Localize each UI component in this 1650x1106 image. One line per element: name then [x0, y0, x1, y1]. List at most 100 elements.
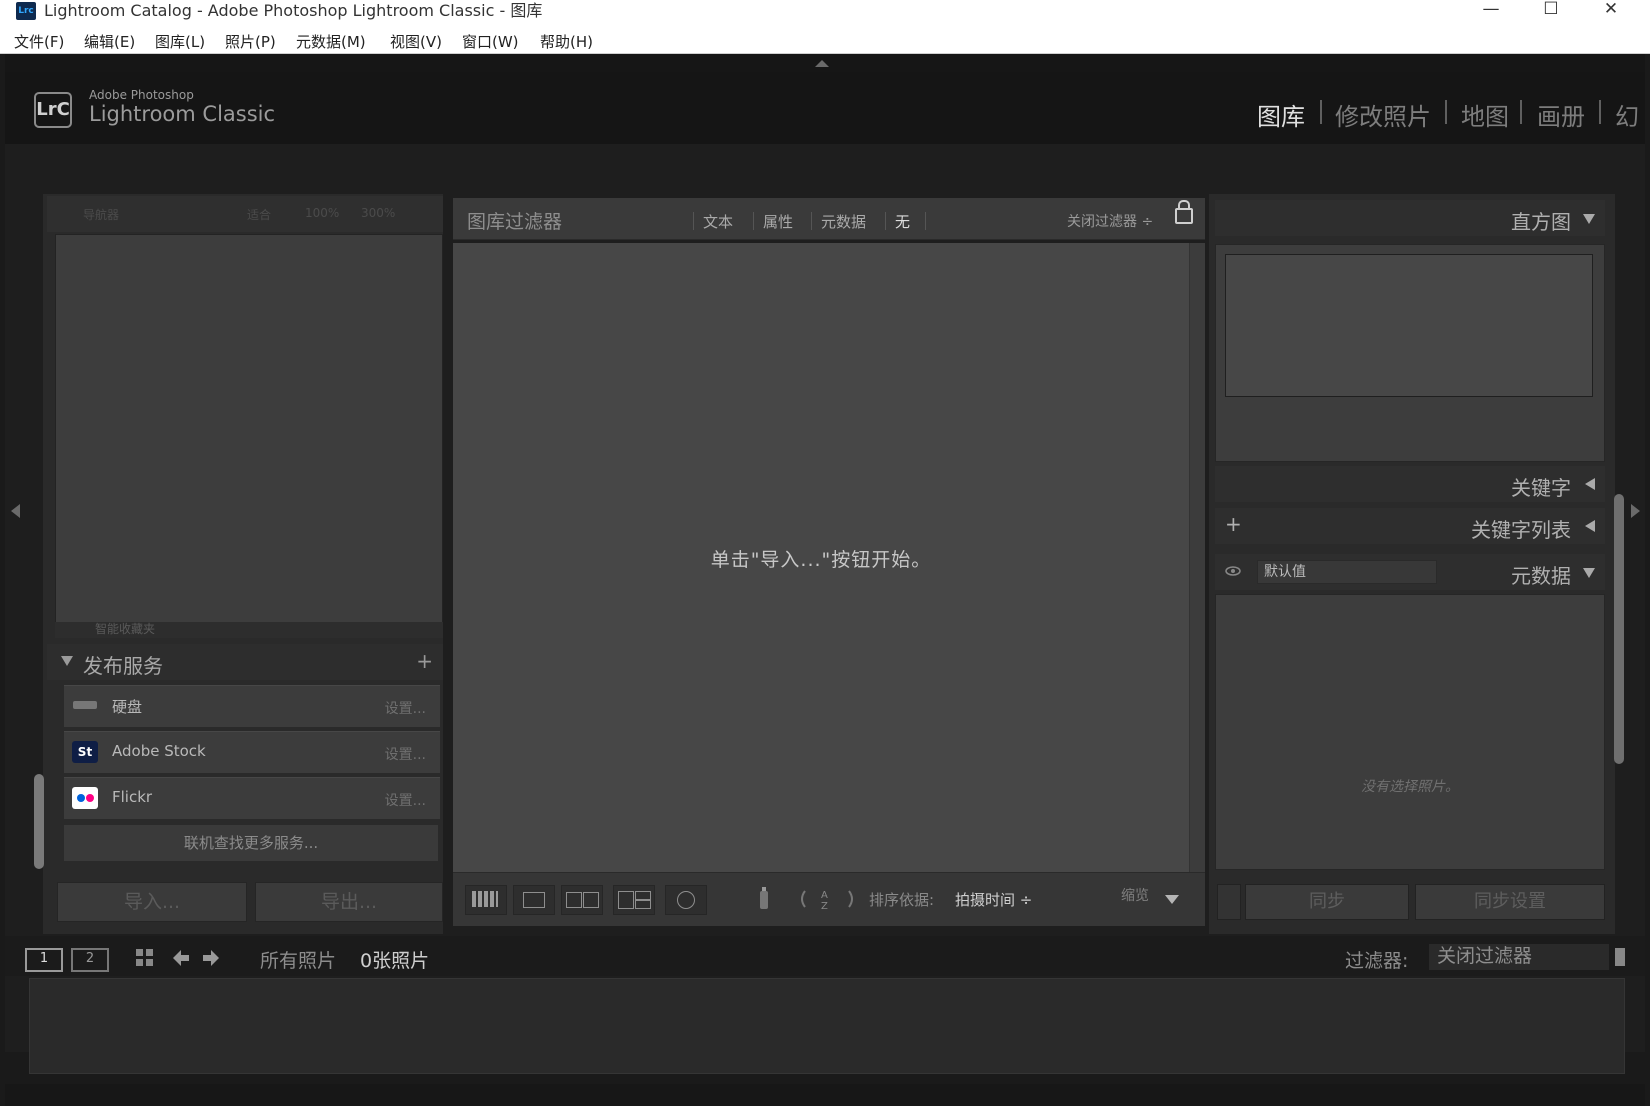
photo-count-dropdown[interactable]: 0张照片 [360, 946, 429, 973]
filter-tab-text[interactable]: 文本 [703, 211, 733, 232]
service-name: 硬盘 [112, 698, 143, 716]
library-filter-title: 图库过滤器 [467, 211, 563, 233]
publish-services-header[interactable]: 发布服务 + [47, 644, 443, 680]
import-button[interactable]: 导入... [57, 882, 247, 922]
navigator-title: 导航器 [83, 208, 120, 222]
service-name: Flickr [112, 788, 153, 806]
right-panel-toggle-icon[interactable] [1631, 504, 1640, 518]
module-separator [1599, 100, 1601, 124]
filter-preset-dropdown[interactable]: 关闭过滤器 ÷ [1067, 211, 1153, 231]
lock-icon[interactable] [1175, 200, 1193, 224]
filmstrip[interactable] [29, 978, 1625, 1074]
triangle-up-icon [815, 60, 829, 67]
auto-sync-toggle[interactable] [1217, 884, 1241, 920]
grid-shortcut-icon[interactable] [135, 948, 155, 968]
triangle-down-icon [1583, 214, 1595, 224]
hard-drive-icon [72, 695, 98, 717]
metadata-panel [1215, 594, 1605, 870]
zoom-fit[interactable]: 适合 [247, 206, 271, 223]
module-library[interactable]: 图库 [1257, 97, 1305, 132]
flickr-icon [72, 787, 98, 809]
maximize-button[interactable]: ☐ [1528, 0, 1574, 22]
top-panel-toggle[interactable] [5, 54, 1645, 72]
left-panel-scrollbar[interactable] [34, 774, 44, 869]
module-slideshow[interactable]: 幻 [1615, 97, 1639, 132]
lightroom-app-icon: Lrc [16, 2, 36, 20]
sync-settings-button[interactable]: 同步设置 [1415, 884, 1605, 920]
zoom-100[interactable]: 100% [305, 206, 339, 220]
triangle-down-icon [1583, 568, 1595, 578]
library-filter-bar: 图库过滤器 文本 属性 元数据 无 关闭过滤器 ÷ [453, 198, 1205, 240]
filmstrip-filter-select[interactable]: 关闭过滤器 [1429, 944, 1609, 970]
toolbar-options-dropdown-icon[interactable] [1165, 895, 1179, 904]
lrc-logo-icon: LrC [34, 92, 72, 128]
navigator-header[interactable]: 导航器 适合 100% 300% [47, 196, 443, 232]
menu-photo[interactable]: 照片(P) [225, 31, 276, 52]
secondary-window-button[interactable]: 2 [71, 948, 109, 972]
filter-tab-metadata[interactable]: 元数据 [821, 211, 866, 232]
sort-direction-icon[interactable]: AZ [797, 887, 857, 912]
histogram-display [1225, 254, 1593, 397]
no-photo-selected-message: 没有选择照片。 [1361, 779, 1459, 795]
window-titlebar: Lrc Lightroom Catalog - Adobe Photoshop … [0, 0, 1650, 26]
right-panel-scrollbar[interactable] [1614, 494, 1624, 764]
forward-arrow-icon[interactable] [201, 948, 221, 968]
menu-bar: 文件(F) 编辑(E) 图库(L) 照片(P) 元数据(M) 视图(V) 窗口(… [0, 26, 1650, 54]
navigator-preview[interactable] [55, 234, 443, 630]
histogram-header[interactable]: 直方图 [1215, 200, 1605, 236]
grid-scrollbar[interactable] [1189, 243, 1205, 873]
menu-view[interactable]: 视图(V) [390, 31, 442, 52]
add-keyword-button[interactable]: + [1225, 512, 1242, 536]
menu-window[interactable]: 窗口(W) [462, 31, 519, 52]
keywording-title: 关键字 [1511, 476, 1571, 500]
primary-window-button[interactable]: 1 [25, 948, 63, 972]
triangle-down-icon [61, 656, 73, 666]
metadata-preset-select[interactable]: 默认值 [1257, 560, 1437, 584]
publish-service-flickr[interactable]: Flickr 设置... [63, 776, 441, 820]
export-button[interactable]: 导出... [255, 882, 443, 922]
filter-tab-attribute[interactable]: 属性 [763, 211, 793, 232]
back-arrow-icon[interactable] [171, 948, 191, 968]
histogram-title: 直方图 [1511, 210, 1571, 234]
keyword-list-header[interactable]: + 关键字列表 [1215, 508, 1605, 544]
menu-edit[interactable]: 编辑(E) [84, 31, 135, 52]
menu-file[interactable]: 文件(F) [14, 31, 64, 52]
module-map[interactable]: 地图 [1461, 97, 1509, 132]
loupe-view-icon[interactable] [513, 885, 555, 915]
module-develop[interactable]: 修改照片 [1335, 97, 1431, 132]
module-book[interactable]: 画册 [1537, 97, 1585, 132]
filter-lock-switch[interactable] [1615, 948, 1625, 966]
service-setup-link[interactable]: 设置... [385, 698, 426, 718]
bottom-panel-toggle[interactable] [5, 1084, 1645, 1106]
service-setup-link[interactable]: 设置... [385, 744, 426, 764]
filter-tab-none[interactable]: 无 [895, 211, 910, 232]
sync-button[interactable]: 同步 [1245, 884, 1409, 920]
survey-view-icon[interactable] [613, 885, 655, 915]
publish-service-adobe-stock[interactable]: St Adobe Stock 设置... [63, 730, 441, 774]
minimize-button[interactable]: — [1468, 0, 1514, 22]
add-publish-service-button[interactable]: + [416, 649, 433, 673]
keywording-header[interactable]: 关键字 [1215, 466, 1605, 502]
compare-view-icon[interactable] [561, 885, 603, 915]
left-panel-toggle-icon[interactable] [11, 504, 20, 518]
menu-help[interactable]: 帮助(H) [540, 31, 593, 52]
close-button[interactable]: ✕ [1588, 0, 1634, 22]
filmstrip-source-label[interactable]: 所有照片 [260, 946, 336, 973]
lightroom-workspace: LrC Adobe Photoshop Lightroom Classic 图库… [5, 54, 1645, 1106]
menu-library[interactable]: 图库(L) [155, 31, 205, 52]
service-setup-link[interactable]: 设置... [385, 790, 426, 810]
menu-metadata[interactable]: 元数据(M) [296, 31, 366, 52]
smart-collections-item[interactable]: 智能收藏夹 [55, 622, 443, 638]
publish-service-harddrive[interactable]: 硬盘 设置... [63, 684, 441, 728]
thumbnail-size-label: 缩览 [1121, 888, 1149, 904]
brand-line-1: Adobe Photoshop [89, 88, 194, 102]
painter-spray-can-icon[interactable] [757, 885, 771, 913]
zoom-300[interactable]: 300% [361, 206, 395, 220]
filter-separator [885, 212, 886, 230]
grid-view-icon[interactable] [465, 885, 507, 915]
sort-order-dropdown[interactable]: 拍摄时间 ÷ [955, 889, 1032, 910]
find-more-services-button[interactable]: 联机查找更多服务... [63, 824, 439, 862]
module-separator [1520, 100, 1522, 124]
module-separator [1445, 100, 1447, 124]
people-view-icon[interactable] [665, 885, 707, 915]
